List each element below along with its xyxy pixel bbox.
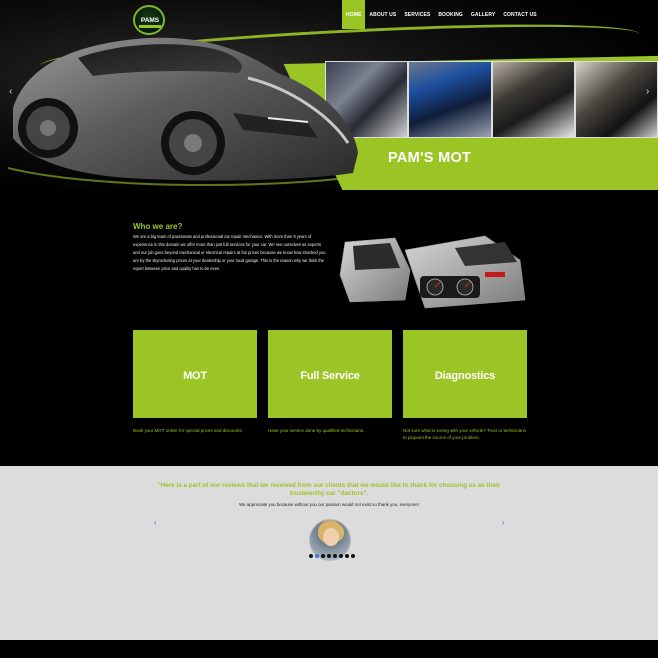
workshop-photo-2 <box>409 62 491 137</box>
reviews-page-dot[interactable] <box>309 554 313 558</box>
about-section: Who we are? We are a big team of passion… <box>0 190 658 468</box>
reviews-title: "Here is a part of our reviews that we r… <box>157 482 501 497</box>
workshop-photo-3 <box>492 62 574 137</box>
service-title-full-service: Full Service <box>300 370 360 382</box>
service-card-mot[interactable]: MOT <box>133 330 257 418</box>
reviews-pagination <box>309 554 355 558</box>
sports-car-image <box>8 37 364 187</box>
reviews-page-dot[interactable] <box>321 554 325 558</box>
nav-gallery[interactable]: GALLERY <box>467 0 499 29</box>
reviews-page-dot[interactable] <box>339 554 343 558</box>
car-parts-image <box>339 235 526 309</box>
about-title: Who we are? <box>133 222 183 231</box>
service-card-full-service[interactable]: Full Service <box>268 330 392 418</box>
service-desc-full-service: Have your service done by qualified tech… <box>268 428 365 433</box>
hero-next-arrow-icon[interactable]: › <box>646 86 649 97</box>
logo-text: PAMS <box>140 17 160 24</box>
site-logo[interactable]: PAMS <box>133 5 165 35</box>
reviews-page-dot[interactable] <box>351 554 355 558</box>
reviews-page-dot[interactable] <box>345 554 349 558</box>
service-title-diagnostics: Diagnostics <box>434 370 496 382</box>
reviews-subtitle: We appreciate you because without you ou… <box>239 502 419 507</box>
about-body: We are a big team of passionate and prof… <box>133 234 326 272</box>
reviews-page-dot[interactable] <box>327 554 331 558</box>
service-desc-diagnostics: Not sure what is wrong with your vehicle… <box>403 428 527 440</box>
nav-booking[interactable]: BOOKING <box>434 0 467 29</box>
reviews-page-dot[interactable] <box>315 554 319 558</box>
reviews-page-dot[interactable] <box>333 554 337 558</box>
service-title-mot: MOT <box>183 370 207 382</box>
reviews-prev-arrow-icon[interactable]: ‹ <box>154 518 157 527</box>
nav-contact-us[interactable]: CONTACT US <box>499 0 540 29</box>
service-desc-mot: Book your MOT online for special prices … <box>133 428 243 433</box>
hero-prev-arrow-icon[interactable]: ‹ <box>9 86 12 97</box>
main-nav: HOME ABOUT US SERVICES BOOKING GALLERY C… <box>342 0 541 29</box>
workshop-photo-strip <box>325 61 658 138</box>
service-card-diagnostics[interactable]: Diagnostics <box>403 330 527 418</box>
nav-services[interactable]: SERVICES <box>400 0 434 29</box>
logo-underline <box>139 25 161 28</box>
nav-about-us[interactable]: ABOUT US <box>365 0 400 29</box>
hero-brand-banner: PAM'S MOT <box>388 150 472 166</box>
reviews-next-arrow-icon[interactable]: › <box>502 518 505 527</box>
workshop-photo-4 <box>575 62 657 137</box>
nav-home[interactable]: HOME <box>342 0 366 29</box>
footer <box>0 640 658 658</box>
avatar-face <box>323 528 339 546</box>
reviews-section: "Here is a part of our reviews that we r… <box>0 466 658 640</box>
hero-slider: PAM'S MOT ‹ › <box>0 0 658 190</box>
